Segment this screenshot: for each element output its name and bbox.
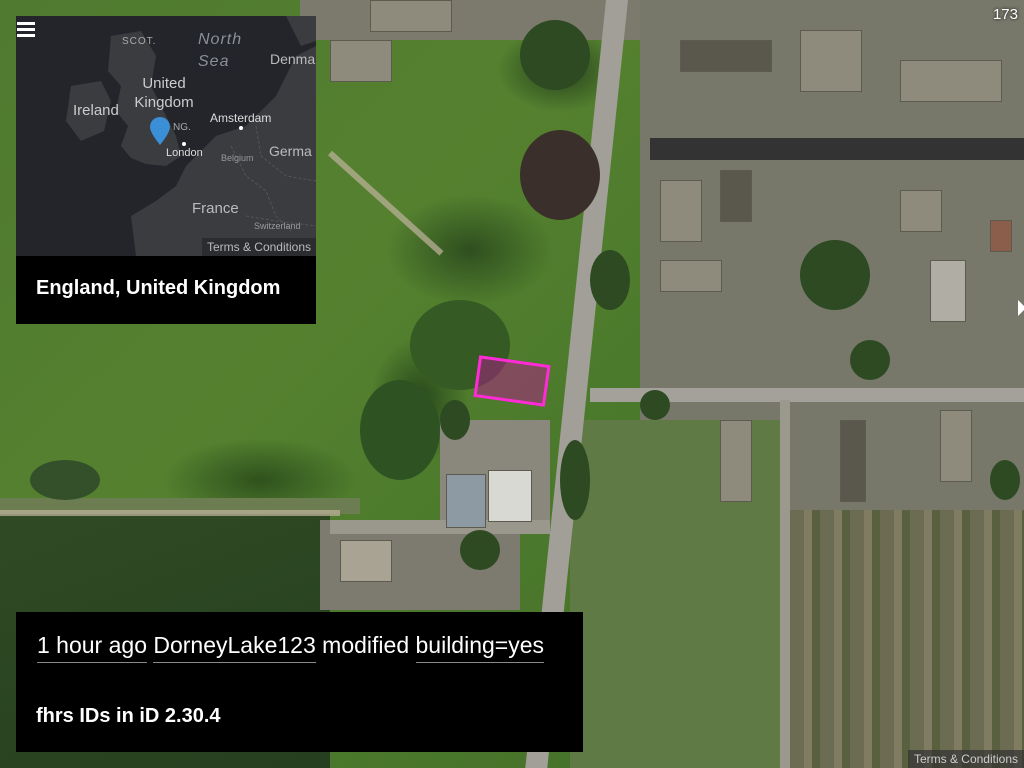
location-pin-icon [150, 117, 170, 145]
hamburger-menu-icon[interactable] [17, 22, 35, 38]
overview-mini-map[interactable]: SCOT. North Sea Denma Ireland United Kin… [16, 16, 316, 256]
roof [930, 260, 966, 322]
tree [640, 390, 670, 420]
roof [900, 60, 1002, 102]
tree [560, 440, 590, 520]
change-action: modified [322, 632, 410, 658]
tree [440, 400, 470, 440]
roof [720, 420, 752, 502]
roof [800, 30, 862, 92]
tree [850, 340, 890, 380]
map-label-uk: United Kingdom [134, 75, 194, 111]
map-label-switzerland: Switzerland [254, 221, 301, 231]
roof [840, 420, 866, 502]
change-time-link[interactable]: 1 hour ago [37, 632, 147, 663]
tree [30, 460, 100, 500]
tree [800, 240, 870, 310]
map-label-amsterdam: Amsterdam [210, 111, 272, 125]
tree [590, 250, 630, 310]
map-label-belgium: Belgium [221, 153, 254, 163]
roof [720, 170, 752, 222]
map-terms-link[interactable]: Terms & Conditions [907, 750, 1024, 768]
change-panel: 1 hour ago DorneyLake123 modified buildi… [16, 612, 583, 752]
location-title: England, United Kingdom [36, 277, 281, 299]
lane-south [330, 520, 550, 534]
overview-panel: SCOT. North Sea Denma Ireland United Kin… [16, 16, 316, 324]
map-label-scot: SCOT. [122, 36, 157, 47]
roof [940, 410, 972, 482]
map-label-france: France [192, 200, 239, 217]
roof [340, 540, 392, 582]
roof [900, 190, 942, 232]
tree [520, 20, 590, 90]
change-counter: 173 [992, 6, 1018, 23]
tree [520, 130, 600, 220]
tree [990, 460, 1020, 500]
town-north [300, 0, 640, 40]
change-summary: 1 hour ago DorneyLake123 modified buildi… [37, 632, 545, 663]
footpath [0, 510, 340, 516]
map-label-ireland: Ireland [73, 102, 119, 119]
map-label-germany: Germa [269, 143, 312, 159]
allotments [790, 510, 1024, 768]
mouse-cursor-icon [1018, 300, 1024, 316]
map-label-north-sea: North Sea [198, 31, 243, 70]
roof [488, 470, 532, 522]
curved-path [327, 150, 444, 256]
roof [660, 180, 702, 242]
roof [680, 40, 772, 72]
map-label-eng: NG. [173, 122, 191, 133]
tree [460, 530, 500, 570]
parkland [570, 420, 790, 768]
roof [990, 220, 1012, 252]
change-user-link[interactable]: DorneyLake123 [153, 632, 316, 663]
roof [330, 40, 392, 82]
roof [370, 0, 452, 32]
roof [660, 260, 722, 292]
roof [446, 474, 486, 528]
map-label-denmark: Denma [270, 51, 316, 67]
tree [360, 380, 440, 480]
mini-map-terms-link[interactable]: Terms & Conditions [201, 238, 316, 256]
changeset-comment: fhrs IDs in iD 2.30.4 [36, 705, 221, 727]
map-label-london: London [166, 147, 203, 159]
side-road [780, 400, 790, 768]
east-road-north [650, 138, 1024, 160]
change-tag-link[interactable]: building=yes [415, 632, 545, 663]
